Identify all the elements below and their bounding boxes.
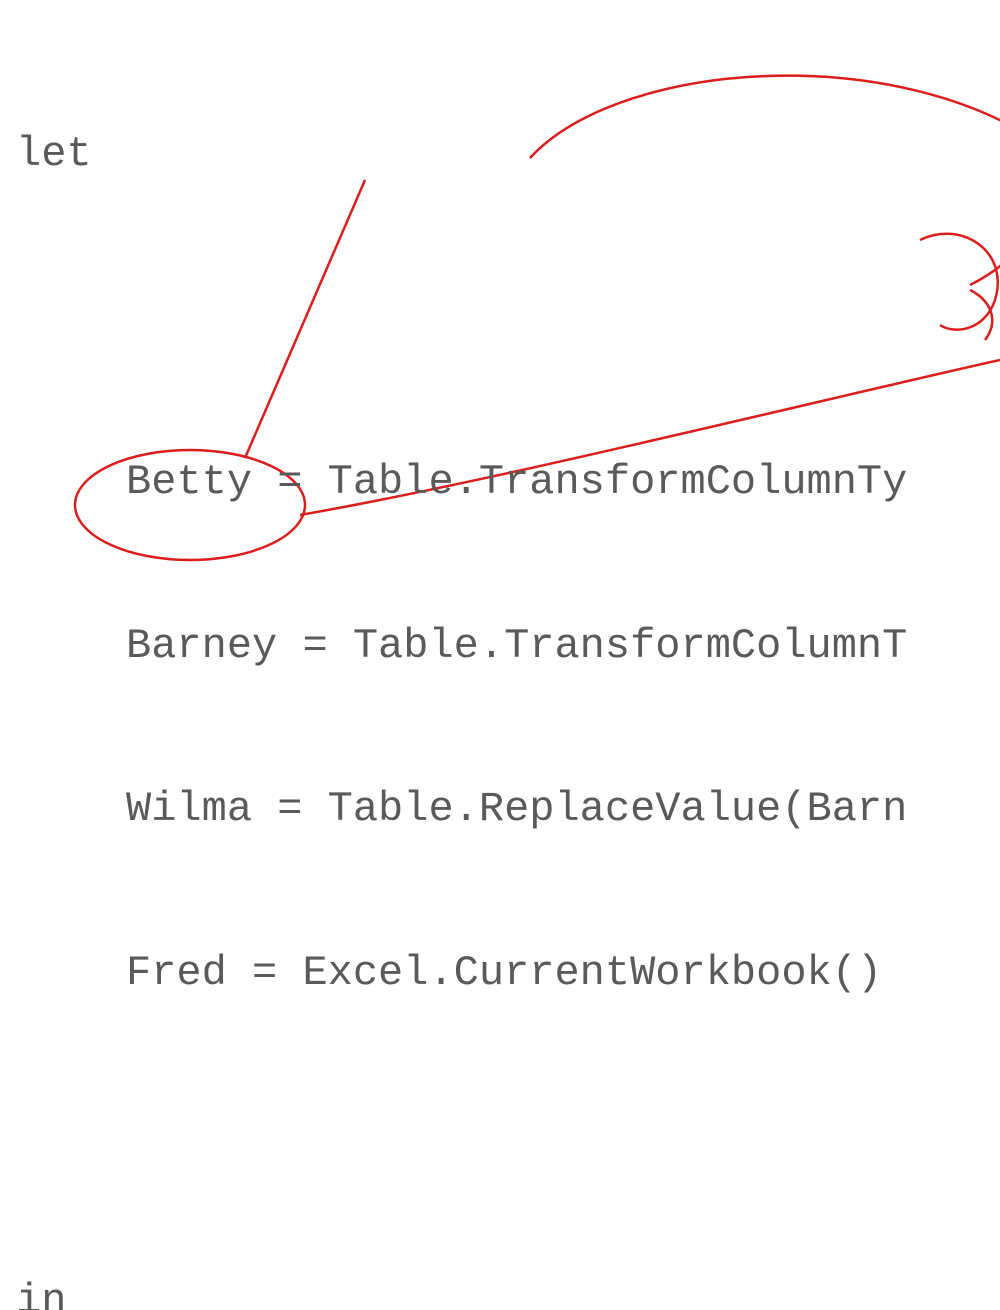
code-line-betty[interactable]: Betty = Table.TransformColumnTy <box>16 455 1000 510</box>
code-line-in[interactable]: in <box>16 1274 1000 1310</box>
code-line-wilma[interactable]: Wilma = Table.ReplaceValue(Barn <box>16 782 1000 837</box>
code-line-blank2[interactable] <box>16 1110 1000 1165</box>
code-line-barney[interactable]: Barney = Table.TransformColumnT <box>16 619 1000 674</box>
var-wilma: Wilma <box>126 785 252 833</box>
code-line-fred[interactable]: Fred = Excel.CurrentWorkbook() <box>16 946 1000 1001</box>
var-barney: Barney <box>126 622 277 670</box>
var-betty: Betty <box>126 458 252 506</box>
code-line-blank[interactable] <box>16 291 1000 346</box>
var-fred: Fred <box>126 949 227 997</box>
code-line-let[interactable]: let <box>16 127 1000 182</box>
expr-barney: = Table.TransformColumnT <box>277 622 907 670</box>
expr-fred: = Excel.CurrentWorkbook() <box>227 949 882 997</box>
code-editor[interactable]: let Betty = Table.TransformColumnTy Barn… <box>16 18 1000 1310</box>
expr-betty: = Table.TransformColumnTy <box>252 458 907 506</box>
expr-wilma: = Table.ReplaceValue(Barn <box>252 785 907 833</box>
